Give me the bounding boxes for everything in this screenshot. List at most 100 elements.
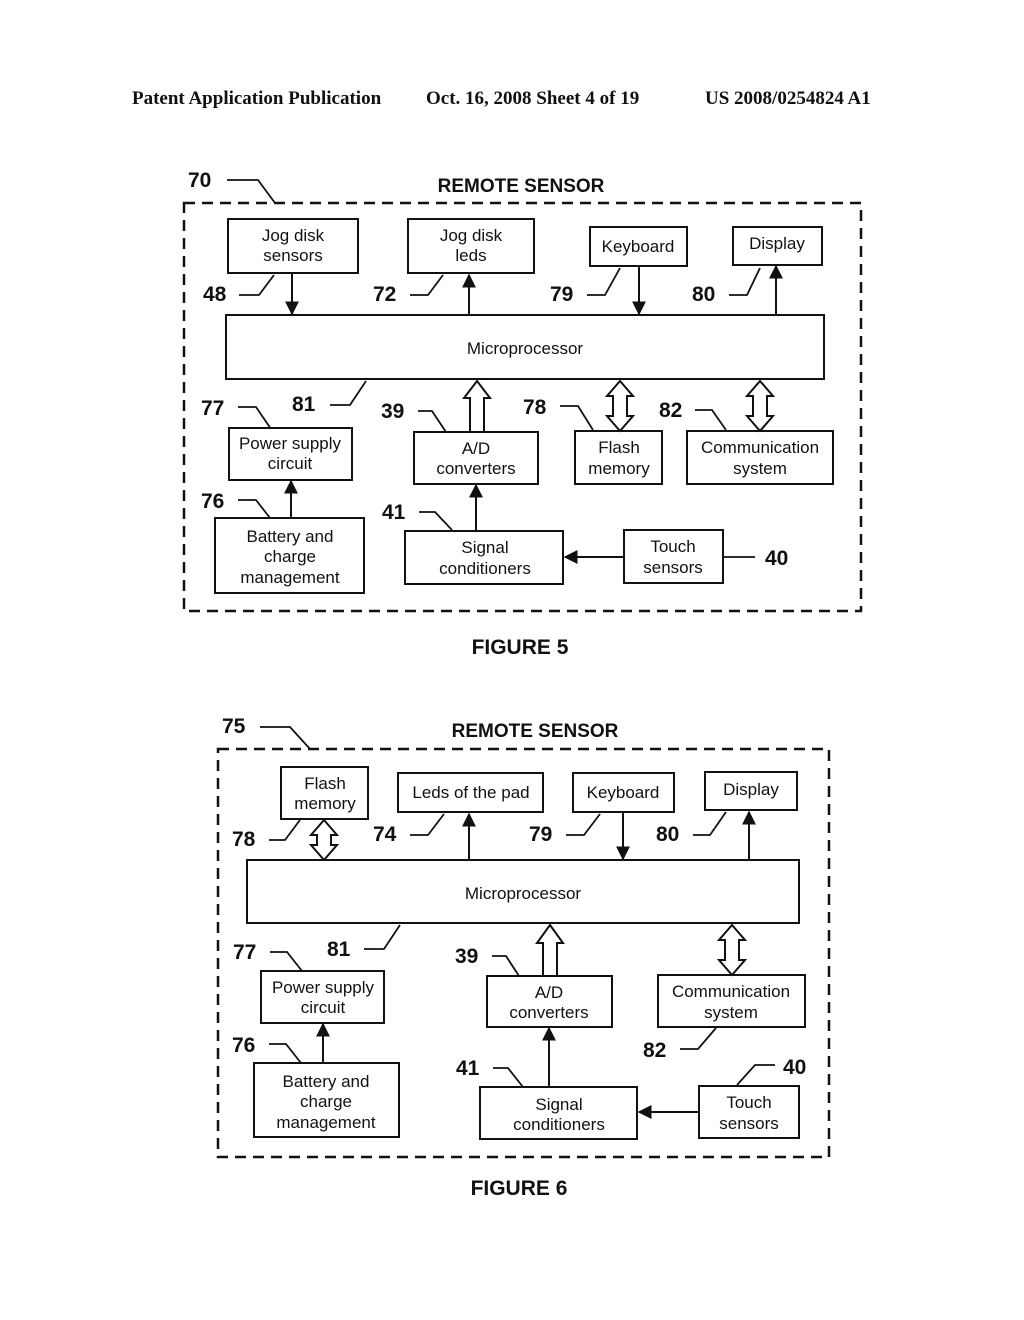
fig5-ref-48: 48 [203,283,227,306]
svg-text:management: management [276,1113,376,1132]
fig5-block-signal-conditioners: Signal conditioners [404,530,564,585]
fig6-caption: FIGURE 6 [471,1177,568,1200]
svg-text:Signal: Signal [535,1095,582,1114]
fig6-block-battery: Battery and charge management [253,1062,400,1138]
svg-text:A/D: A/D [535,983,563,1002]
fig6-hollow-double-arrow-flash [308,818,340,862]
fig5-leader-70 [227,179,276,204]
svg-text:memory: memory [294,794,356,813]
fig6-hollow-double-arrow-comm [716,923,748,977]
fig6-ref-40: 40 [783,1056,806,1079]
fig6-ref-81: 81 [327,938,351,961]
fig6-block-power-supply: Power supply circuit [260,970,385,1024]
svg-text:leds: leds [455,246,486,265]
fig6-block-flash-memory: Flash memory [280,766,369,820]
svg-text:Display: Display [723,780,779,799]
fig5-ref-77: 77 [201,397,224,420]
fig6-ref-78: 78 [232,828,256,851]
fig5-ref-72: 72 [373,283,396,306]
svg-text:sensors: sensors [643,558,703,577]
svg-text:Communication: Communication [701,438,819,457]
fig5-title: REMOTE SENSOR [438,176,605,197]
svg-text:Jog disk: Jog disk [440,226,503,245]
fig6-ref-80: 80 [656,823,679,846]
svg-text:Display: Display [749,234,805,253]
svg-text:Microprocessor: Microprocessor [465,884,582,903]
fig5-ref-70: 70 [188,169,211,192]
svg-text:system: system [733,459,787,478]
svg-text:sensors: sensors [719,1114,779,1133]
patent-diagrams: 70 REMOTE SENSOR Jog disk sensors Jog di… [182,169,863,1200]
svg-text:Signal: Signal [461,538,508,557]
fig5-ref-81: 81 [292,393,316,416]
fig6-leader-75 [260,726,311,750]
svg-text:sensors: sensors [263,246,323,265]
svg-text:conditioners: conditioners [513,1115,605,1134]
fig5-block-microprocessor: Microprocessor [225,314,825,380]
fig5-block-flash-memory: Flash memory [574,430,663,485]
svg-text:Flash: Flash [598,438,640,457]
svg-text:Touch: Touch [650,537,695,556]
svg-text:Communication: Communication [672,982,790,1001]
fig5-ref-78: 78 [523,396,547,419]
fig5-ref-79: 79 [550,283,573,306]
fig5-hollow-arrow-ad-to-micro [461,379,493,433]
fig5-ref-39: 39 [381,400,404,423]
svg-text:conditioners: conditioners [439,559,531,578]
svg-text:Power supply: Power supply [239,434,342,453]
svg-text:charge: charge [264,547,316,566]
fig5-block-display: Display [732,226,823,266]
fig5-block-communication-system: Communication system [686,430,834,485]
fig6-block-leds-of-the-pad: Leds of the pad [397,772,544,813]
fig6-ref-41: 41 [456,1057,480,1080]
fig6-block-signal-conditioners: Signal conditioners [479,1086,638,1140]
fig6-ref-74: 74 [373,823,397,846]
fig5-block-power-supply: Power supply circuit [228,427,353,481]
svg-text:circuit: circuit [268,454,313,473]
fig5-ref-76: 76 [201,490,224,513]
fig5-hollow-double-arrow-flash [604,379,636,433]
fig5-block-jog-disk-sensors: Jog disk sensors [227,218,359,274]
figure-5: 70 REMOTE SENSOR Jog disk sensors Jog di… [182,169,863,659]
fig6-ref-77: 77 [233,941,256,964]
fig5-ref-40: 40 [765,547,788,570]
fig6-ref-75: 75 [222,715,246,738]
svg-text:Microprocessor: Microprocessor [467,339,584,358]
svg-text:Leds of the pad: Leds of the pad [412,783,529,802]
figure-6: 75 REMOTE SENSOR Flash memory Leds of th… [216,715,831,1200]
svg-text:system: system [704,1003,758,1022]
svg-text:charge: charge [300,1092,352,1111]
svg-text:Keyboard: Keyboard [602,237,675,256]
fig5-ref-80: 80 [692,283,715,306]
fig5-block-jog-disk-leds: Jog disk leds [407,218,535,274]
fig6-ref-82: 82 [643,1039,666,1062]
fig6-ref-39: 39 [455,945,478,968]
svg-text:Keyboard: Keyboard [587,783,660,802]
fig6-block-communication-system: Communication system [657,974,806,1028]
svg-text:Jog disk: Jog disk [262,226,325,245]
fig6-title: REMOTE SENSOR [452,721,619,742]
fig6-hollow-arrow-ad-to-micro [535,923,565,977]
svg-text:A/D: A/D [462,439,490,458]
fig6-block-keyboard: Keyboard [572,772,675,813]
fig6-block-touch-sensors: Touch sensors [698,1085,800,1139]
svg-text:converters: converters [436,459,515,478]
svg-text:management: management [240,568,340,587]
fig6-block-microprocessor: Microprocessor [246,859,800,924]
svg-text:converters: converters [509,1003,588,1022]
fig5-block-ad-converters: A/D converters [413,431,539,485]
fig6-ref-76: 76 [232,1034,255,1057]
svg-text:Flash: Flash [304,774,346,793]
svg-text:Touch: Touch [726,1093,771,1112]
fig5-ref-82: 82 [659,399,682,422]
svg-text:memory: memory [588,459,650,478]
fig6-block-display: Display [704,771,798,811]
fig5-block-touch-sensors: Touch sensors [623,529,724,584]
fig6-ref-79: 79 [529,823,552,846]
svg-text:Battery and: Battery and [247,527,334,546]
fig6-block-ad-converters: A/D converters [486,975,613,1028]
fig5-hollow-double-arrow-comm [744,379,776,433]
svg-text:circuit: circuit [301,998,346,1017]
svg-text:Battery and: Battery and [283,1072,370,1091]
svg-text:Power supply: Power supply [272,978,375,997]
